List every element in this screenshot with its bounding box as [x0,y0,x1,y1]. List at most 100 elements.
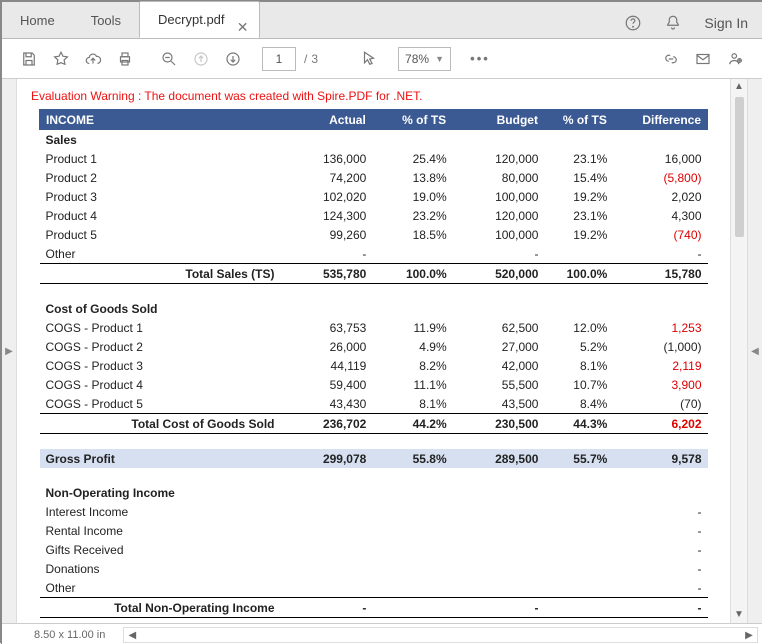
cell: 5.2% [544,337,613,356]
link-icon[interactable] [656,44,686,74]
table-row: Other--- [40,244,708,264]
section-row: Cost of Goods Sold [40,299,708,318]
table-row: Product 1 136,00025.4%120,00023.1%16,000 [40,149,708,168]
total-row: Total Sales (TS)535,780100.0%520,000100.… [40,264,708,284]
sign-in-link[interactable]: Sign In [704,15,748,31]
cell: (740) [613,225,707,244]
zoom-select[interactable]: 78% ▼ [398,47,451,71]
table-header-row: INCOME Actual % of TS Budget % of TS Dif… [40,110,708,130]
zoom-out-icon[interactable] [154,44,184,74]
tab-home[interactable]: Home [2,3,73,38]
cell: 63,753 [281,318,373,337]
scroll-down-icon[interactable]: ▼ [734,607,744,623]
page-up-icon[interactable] [186,44,216,74]
cloud-upload-icon[interactable] [78,44,108,74]
cell: 55,500 [453,375,545,394]
cell: 15.4% [544,168,613,187]
cell: (5,800) [613,168,707,187]
table-row: COGS - Product 3 44,1198.2%42,0008.1%2,1… [40,356,708,375]
cell: 136,000 [281,149,373,168]
cell: 19.0% [372,187,452,206]
cell: Product 3 [40,187,281,206]
help-icon[interactable] [618,8,648,38]
cell: 23.2% [372,206,452,225]
more-icon[interactable]: ••• [465,44,495,74]
right-panel-toggle[interactable]: ◀ [747,79,762,623]
cell: 74,200 [281,168,373,187]
cell: Product 5 [40,225,281,244]
cell: 8.2% [372,356,452,375]
document-viewer: ▶ Evaluation Warning : The document was … [2,79,762,623]
cell: 4.9% [372,337,452,356]
cell: 59,400 [281,375,373,394]
print-icon[interactable] [110,44,140,74]
close-icon[interactable]: ✕ [237,10,249,45]
col-pts2: % of TS [544,110,613,130]
table-row: Rental Income- [40,521,708,540]
cell: 16,000 [613,149,707,168]
horizontal-scrollbar[interactable]: ◀ ▶ [123,627,758,643]
table-row: Product 5 99,26018.5%100,00019.2%(740) [40,225,708,244]
table-row: COGS - Product 2 26,0004.9%27,0005.2%(1,… [40,337,708,356]
tab-bar: Home Tools Decrypt.pdf ✕ Sign In [2,2,762,39]
cell: 13.8% [372,168,452,187]
page-dimensions: 8.50 x 11.00 in [2,629,123,641]
cell: (1,000) [613,337,707,356]
table-row: Interest Income- [40,502,708,521]
table-row: COGS - Product 543,4308.1%43,5008.4%(70) [40,394,708,414]
cell: 26,000 [281,337,373,356]
page-separator: / [304,52,307,66]
tab-document-label: Decrypt.pdf [158,12,224,27]
cell: 3,900 [613,375,707,394]
spacer-row [40,618,708,624]
star-icon[interactable] [46,44,76,74]
cell: 100,000 [453,225,545,244]
col-pts: % of TS [372,110,452,130]
spacer-row [40,284,708,300]
gross-profit-row: Gross Profit299,07855.8%289,50055.7%9,57… [40,449,708,468]
cell: 11.1% [372,375,452,394]
cell: 2,119 [613,356,707,375]
cell: 44,119 [281,356,373,375]
cell: 42,000 [453,356,545,375]
status-bar: 8.50 x 11.00 in ◀ ▶ [2,623,762,644]
scroll-thumb[interactable] [735,97,744,237]
scroll-left-icon[interactable]: ◀ [124,630,140,641]
total-row: Total Cost of Goods Sold236,70244.2%230,… [40,414,708,434]
cell: Product 2 [40,168,281,187]
cell: 124,300 [281,206,373,225]
col-diff: Difference [613,110,707,130]
pointer-icon[interactable] [354,44,384,74]
scroll-up-icon[interactable]: ▲ [734,79,744,95]
cell: COGS - Product 2 [40,337,281,356]
cell: 19.2% [544,225,613,244]
left-panel-toggle[interactable]: ▶ [2,79,17,623]
cell: Product 4 [40,206,281,225]
cell: Product 1 [40,149,281,168]
cell: 99,260 [281,225,373,244]
cell: 27,000 [453,337,545,356]
cell: 120,000 [453,149,545,168]
page-down-icon[interactable] [218,44,248,74]
account-icon[interactable] [720,44,750,74]
cell: 120,000 [453,206,545,225]
cell: COGS - Product 4 [40,375,281,394]
save-icon[interactable] [14,44,44,74]
table-row: Gifts Received- [40,540,708,559]
table-row: Product 4 124,30023.2%120,00023.1%4,300 [40,206,708,225]
toolbar: / 3 78% ▼ ••• [2,39,762,79]
cell: 1,253 [613,318,707,337]
scroll-right-icon[interactable]: ▶ [741,630,757,641]
col-budget: Budget [453,110,545,130]
bell-icon[interactable] [658,8,688,38]
cell: 62,500 [453,318,545,337]
page-number-input[interactable] [262,47,296,71]
cell: 12.0% [544,318,613,337]
spacer-row [40,434,708,450]
cell: 23.1% [544,149,613,168]
cell: 19.2% [544,187,613,206]
vertical-scrollbar[interactable]: ▲ ▼ [730,79,747,623]
tab-tools[interactable]: Tools [73,3,139,38]
tab-document[interactable]: Decrypt.pdf ✕ [139,1,259,38]
mail-icon[interactable] [688,44,718,74]
